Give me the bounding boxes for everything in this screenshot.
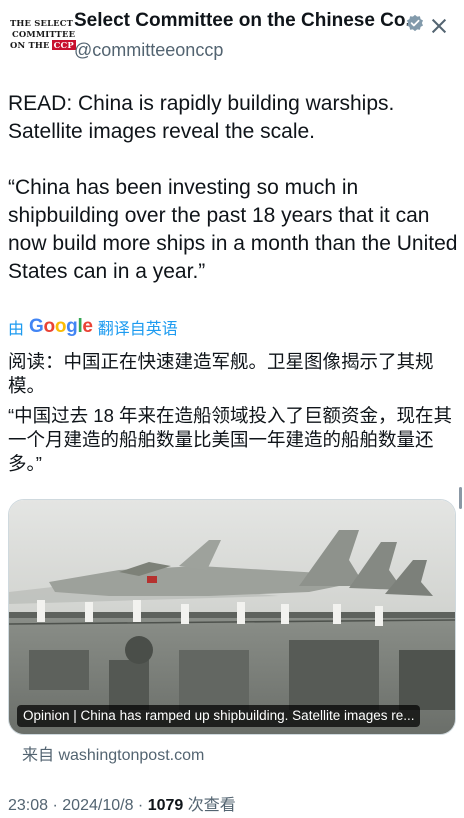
translated-paragraph: “中国过去 18 年来在造船领域投入了巨额资金，现在其一个月建造的船舶数量比美国… bbox=[8, 405, 453, 474]
account-handle[interactable]: @committeeonccp bbox=[74, 40, 223, 61]
meta-separator: · bbox=[52, 797, 58, 814]
avatar-line-3: ON THE CCP bbox=[10, 40, 76, 50]
close-icon[interactable] bbox=[422, 8, 458, 44]
view-count-label: 次查看 bbox=[187, 797, 236, 814]
scrollbar[interactable] bbox=[459, 487, 462, 509]
tweet-paragraph: READ: China is rapidly building warships… bbox=[8, 92, 395, 143]
tweet-paragraph: “China has been investing so much in shi… bbox=[8, 176, 458, 283]
link-card[interactable]: Opinion | China has ramped up shipbuildi… bbox=[8, 499, 456, 735]
tweet-header: THE SELECT COMMITTEE ON THE CCP Select Co… bbox=[8, 8, 458, 68]
link-source[interactable]: 来自 washingtonpost.com bbox=[22, 741, 204, 765]
tweet-text-translated: 阅读：中国正在快速建造军舰。卫星图像揭示了其规模。 “中国过去 18 年来在造船… bbox=[8, 350, 460, 476]
translated-paragraph: 阅读：中国正在快速建造军舰。卫星图像揭示了其规模。 bbox=[8, 351, 434, 396]
view-count: 1079 bbox=[147, 797, 184, 814]
tweet-text-english: READ: China is rapidly building warships… bbox=[8, 90, 458, 286]
meta-separator: · bbox=[137, 797, 144, 814]
google-logo: Google bbox=[29, 316, 93, 337]
avatar-line-1: THE SELECT bbox=[10, 18, 74, 28]
translation-attribution[interactable]: 由 Google 翻译自英语 bbox=[8, 315, 178, 339]
translate-suffix: 翻译自英语 bbox=[97, 321, 178, 338]
link-card-caption: Opinion | China has ramped up shipbuildi… bbox=[17, 705, 421, 727]
tweet-date[interactable]: 2024/10/8 bbox=[62, 797, 133, 814]
card-image bbox=[9, 500, 455, 734]
tweet-time[interactable]: 23:08 bbox=[8, 797, 48, 814]
tweet-meta: 23:08 · 2024/10/8 · 1079 次查看 bbox=[8, 791, 236, 815]
avatar[interactable]: THE SELECT COMMITTEE ON THE CCP bbox=[8, 8, 76, 64]
translate-prefix: 由 bbox=[8, 321, 25, 338]
display-name[interactable]: Select Committee on the Chinese Co... bbox=[74, 10, 421, 32]
avatar-line-2: COMMITTEE bbox=[12, 29, 76, 39]
